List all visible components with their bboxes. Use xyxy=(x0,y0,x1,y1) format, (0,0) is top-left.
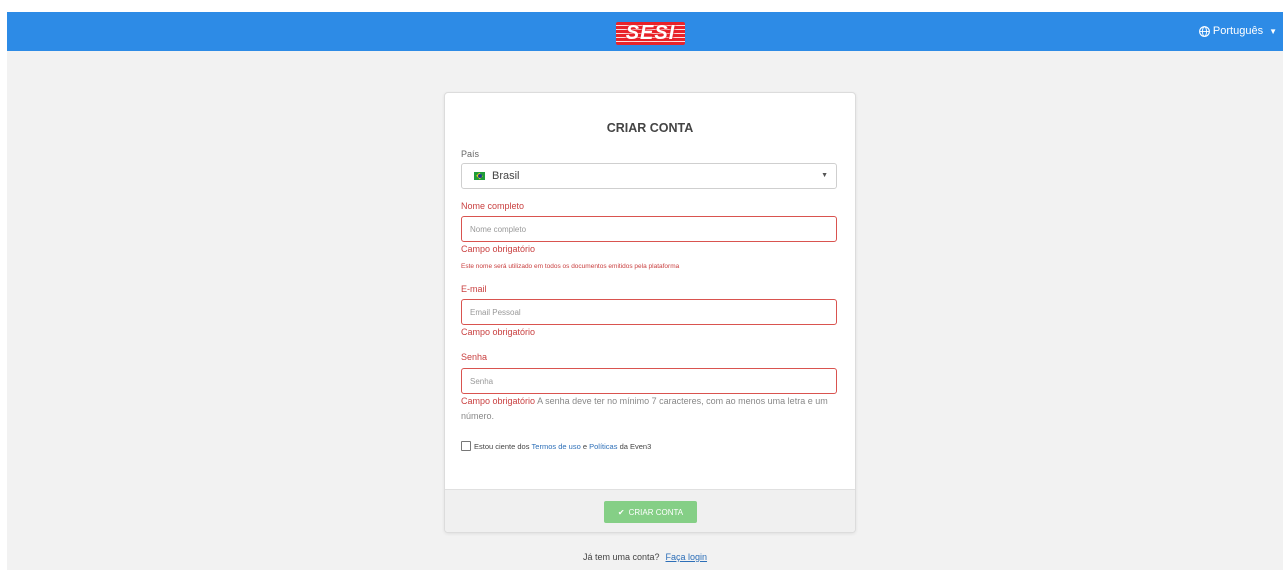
logo-text: SESI xyxy=(625,22,676,44)
password-help: Campo obrigatório A senha deve ter no mí… xyxy=(461,394,841,424)
email-error: Campo obrigatório xyxy=(461,327,536,337)
password-label: Senha xyxy=(461,352,488,362)
language-selector[interactable]: Português ▼ xyxy=(1199,25,1277,37)
create-account-label: CRIAR CONTA xyxy=(628,507,684,517)
page-background: SESI Português ▼ CRIAR CONTA País Brasil… xyxy=(7,12,1283,570)
terms-checkbox[interactable] xyxy=(461,441,471,451)
form-title: CRIAR CONTA xyxy=(606,121,694,135)
login-prompt: Já tem uma conta? Faça login xyxy=(7,552,1283,562)
globe-icon xyxy=(1199,25,1210,37)
policies-link[interactable]: Políticas xyxy=(589,442,617,451)
language-label: Português xyxy=(1212,25,1264,37)
name-hint: Este nome será utilizado em todos os doc… xyxy=(461,263,680,270)
caret-down-icon: ▼ xyxy=(1269,26,1277,36)
password-input[interactable] xyxy=(461,368,837,394)
login-question: Já tem uma conta? xyxy=(582,552,660,562)
full-name-input[interactable] xyxy=(461,216,837,242)
name-error: Campo obrigatório xyxy=(461,244,536,254)
email-label: E-mail xyxy=(461,284,487,294)
chevron-down-icon: ▼ xyxy=(821,172,828,179)
country-select[interactable]: Brasil ▼ xyxy=(461,163,837,189)
terms-and: e xyxy=(582,441,588,451)
terms-prefix: Estou ciente dos xyxy=(474,441,530,451)
login-link[interactable]: Faça login xyxy=(666,552,708,562)
name-label: Nome completo xyxy=(461,201,525,211)
password-error: Campo obrigatório xyxy=(461,396,536,406)
top-navbar: SESI Português ▼ xyxy=(7,12,1283,51)
check-icon: ✔ xyxy=(617,507,625,517)
card-footer: ✔ CRIAR CONTA xyxy=(445,489,855,532)
sesi-logo: SESI xyxy=(616,22,685,45)
email-input[interactable] xyxy=(461,299,837,325)
terms-row: Estou ciente dos Termos de uso e Polític… xyxy=(461,441,651,451)
signup-card: CRIAR CONTA País Brasil ▼ Nome completo … xyxy=(444,92,856,533)
terms-suffix: da Even3 xyxy=(619,441,652,451)
country-label: País xyxy=(461,149,480,159)
country-value: Brasil xyxy=(492,170,520,182)
terms-of-use-link[interactable]: Termos de uso xyxy=(532,442,581,451)
create-account-button[interactable]: ✔ CRIAR CONTA xyxy=(604,501,697,523)
brazil-flag-icon xyxy=(474,172,485,180)
